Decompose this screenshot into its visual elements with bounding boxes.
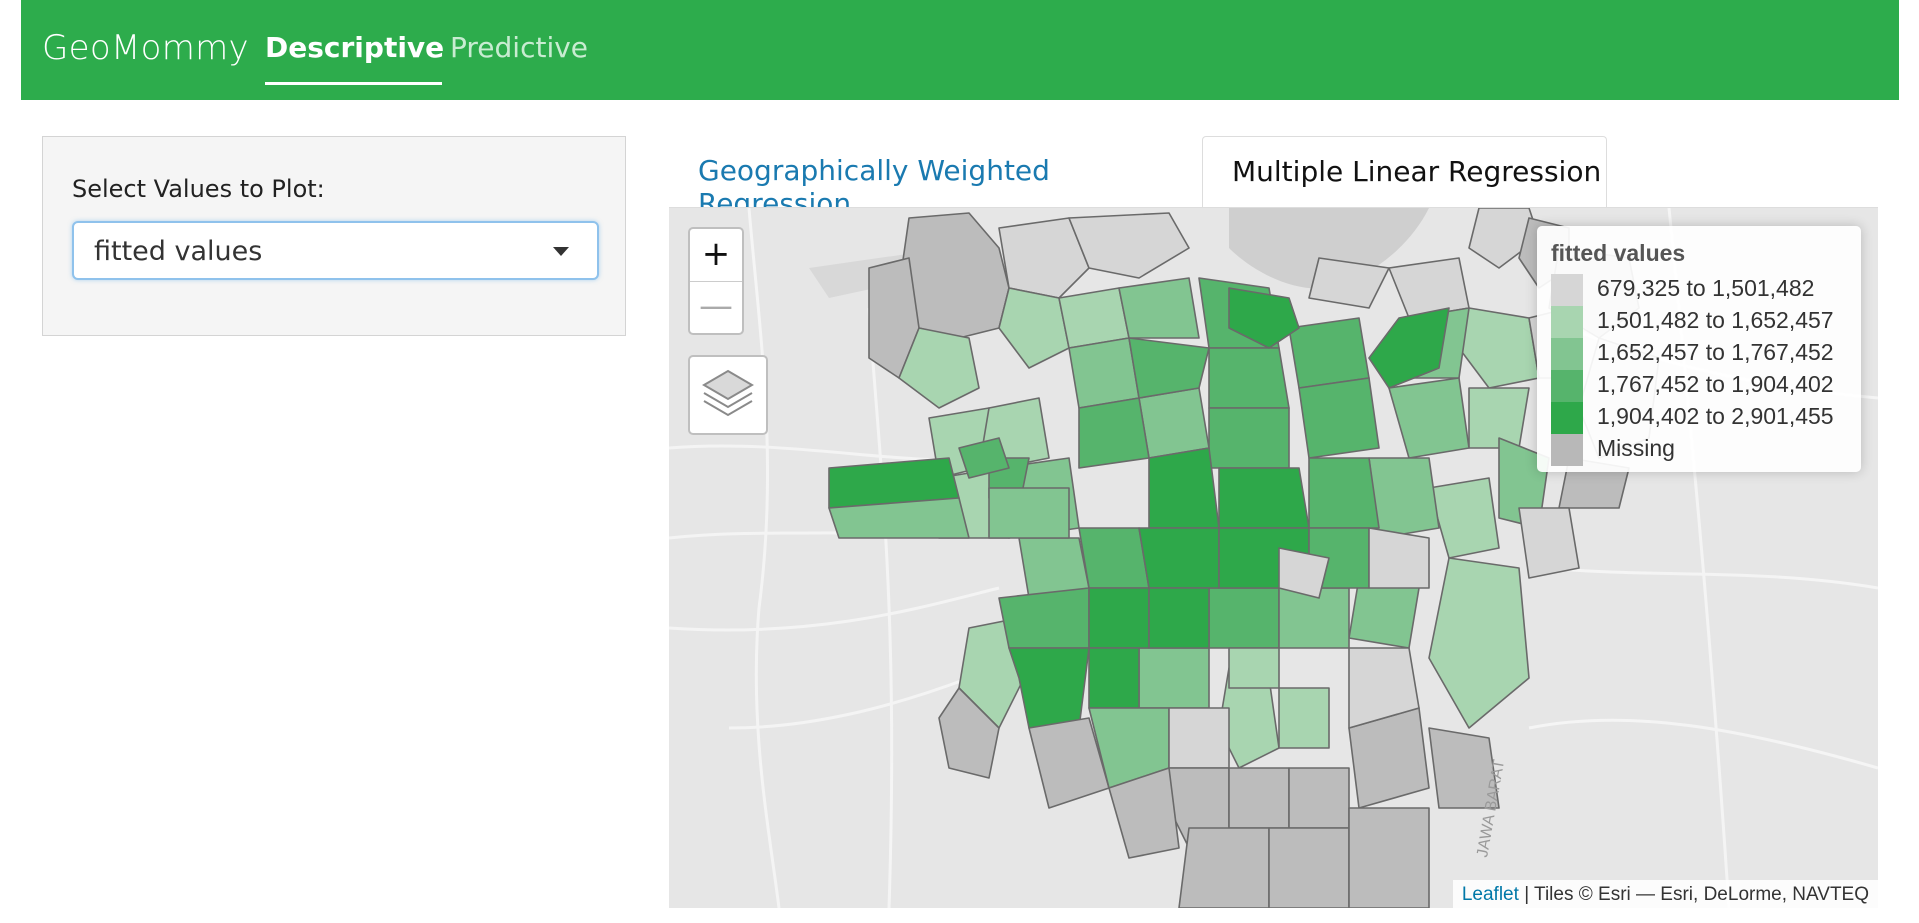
legend-swatch	[1551, 402, 1583, 434]
nav-tab-predictive[interactable]: Predictive	[450, 31, 588, 64]
legend-label: 1,904,402 to 2,901,455	[1597, 403, 1834, 429]
legend-swatch	[1551, 370, 1583, 402]
map-legend: fitted values 679,325 to 1,501,482 1,501…	[1537, 226, 1861, 472]
sidebar-panel: Select Values to Plot: fitted values	[42, 136, 626, 336]
legend-swatch	[1551, 338, 1583, 370]
navbar: GeoMommy Descriptive Predictive	[21, 0, 1899, 100]
tab-gwr[interactable]: Geographically Weighted Regression	[669, 136, 1199, 220]
select-value: fitted values	[94, 236, 263, 267]
legend-label: 1,652,457 to 1,767,452	[1597, 339, 1834, 365]
legend-swatch	[1551, 274, 1583, 306]
layers-icon	[702, 369, 754, 417]
legend-title: fitted values	[1551, 240, 1686, 266]
legend-label: 679,325 to 1,501,482	[1597, 275, 1815, 301]
zoom-out-button[interactable]: —	[690, 281, 742, 333]
select-label: Select Values to Plot:	[72, 175, 325, 203]
legend-label: 1,767,452 to 1,904,402	[1597, 371, 1834, 397]
nav-tab-descriptive[interactable]: Descriptive	[265, 31, 444, 64]
legend-swatch	[1551, 434, 1583, 466]
legend-label: Missing	[1597, 435, 1675, 461]
attribution-text: | Tiles © Esri — Esri, DeLorme, NAVTEQ	[1524, 884, 1869, 905]
chevron-down-icon	[553, 247, 569, 256]
map-attribution: Leaflet | Tiles © Esri — Esri, DeLorme, …	[1452, 880, 1878, 908]
legend-label: 1,501,482 to 1,652,457	[1597, 307, 1834, 333]
zoom-in-button[interactable]: +	[690, 229, 742, 282]
zoom-control: + —	[688, 227, 744, 335]
app-brand[interactable]: GeoMommy	[42, 28, 249, 68]
model-tabs: Geographically Weighted Regression Multi…	[669, 136, 1878, 220]
nav-active-indicator	[265, 82, 442, 85]
values-select[interactable]: fitted values	[72, 221, 599, 280]
leaflet-map[interactable]: JAWA BARAT + — fitted values 679,325 to …	[669, 207, 1878, 908]
layers-button[interactable]	[688, 355, 768, 435]
leaflet-link[interactable]: Leaflet	[1462, 884, 1519, 905]
tab-mlr[interactable]: Multiple Linear Regression	[1202, 136, 1607, 208]
legend-swatch	[1551, 306, 1583, 338]
